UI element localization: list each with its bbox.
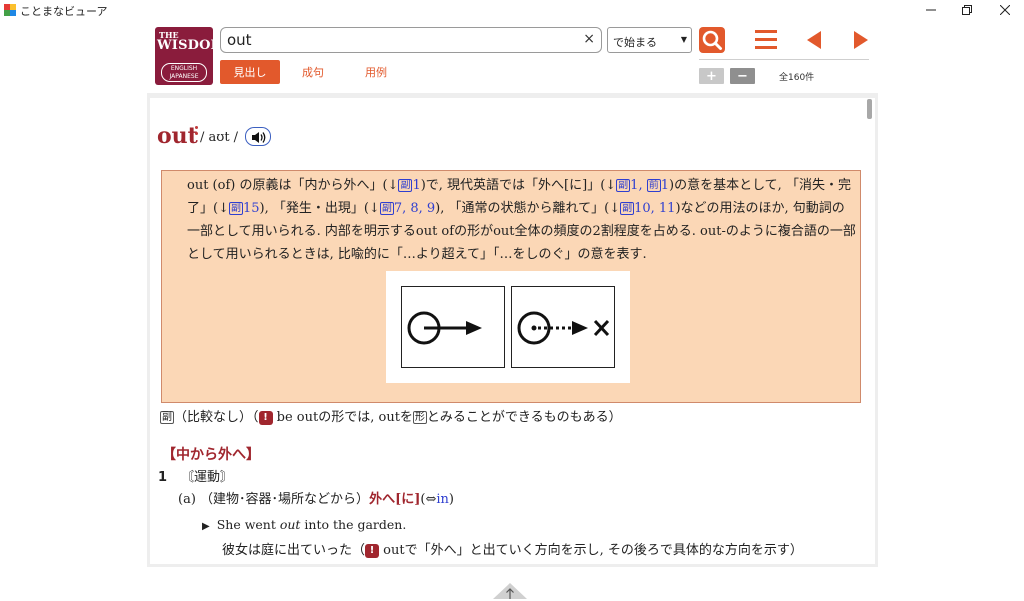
next-entry-button[interactable] xyxy=(854,31,868,49)
example-en-pre: She went xyxy=(216,517,280,532)
clear-icon[interactable]: × xyxy=(583,31,595,47)
ref-adverb-badge: 副 xyxy=(616,179,631,192)
note-badge-icon: ! xyxy=(258,411,273,425)
zoom-out-button[interactable]: − xyxy=(730,68,755,84)
tab-phrases[interactable]: 成句 xyxy=(287,60,339,84)
result-count: 全160件 xyxy=(779,73,815,83)
headword: out xyxy=(157,123,198,149)
example-ja-post: outで「外へ」と出ていく方向を示し, その後ろで具体的な方向を示す） xyxy=(383,543,803,558)
adverb-icon: 副 xyxy=(160,411,174,424)
note-text-5: ), 「通常の状態から離れて」(↓ xyxy=(435,201,621,216)
concept-figure xyxy=(386,271,630,383)
logo-english-japanese: ENGLISH JAPANESE xyxy=(161,63,207,82)
ref-link-adv-1[interactable]: 1 xyxy=(412,178,420,193)
subsense-a: (a) （建物･容器･場所などから）外へ[に](⇔in) xyxy=(178,488,454,507)
subsense-keyword-alt: [に] xyxy=(395,492,421,507)
scrollbar[interactable] xyxy=(867,98,872,564)
logo-wisdom: WISDOM xyxy=(157,38,226,53)
toolbar-divider xyxy=(699,59,869,60)
zoom-in-button[interactable]: + xyxy=(699,68,724,84)
note-text-1: out (of) の原義は「内から外へ」(↓ xyxy=(187,178,399,193)
restore-button[interactable] xyxy=(948,0,986,20)
adjective-badge: 形 xyxy=(412,411,427,424)
search-input[interactable] xyxy=(227,31,567,49)
section-heading: 【中から外へ】 xyxy=(162,447,260,463)
play-audio-button[interactable] xyxy=(245,127,271,146)
ref-adverb-badge: 副 xyxy=(228,202,243,215)
search-button[interactable] xyxy=(699,27,725,53)
note-text-2: )で, 現代英語では「外へ[に]」(↓ xyxy=(420,178,617,193)
example-en-key: out xyxy=(279,517,301,532)
restore-icon xyxy=(962,5,972,15)
usage-note-box: out (of) の原義は「内から外へ」(↓ 副 1)で, 現代英語では「外へ[に]… xyxy=(161,170,861,403)
sense-number: 1 xyxy=(158,470,168,485)
example-sentence: ▶ She went out into the garden. xyxy=(202,517,406,532)
ref-adverb-badge: 副 xyxy=(379,202,394,215)
dictionary-shell: THE WISDOM ENGLISH JAPANESE × で始まる ▼ xyxy=(147,21,878,567)
arrow-out-of-circle-icon xyxy=(407,311,482,345)
logo-english: ENGLISH xyxy=(170,65,198,72)
pos-text-1: （比較なし）（ xyxy=(174,410,259,425)
sense-1: 1 〘運動〙 xyxy=(158,466,233,485)
usage-note-text: out (of) の原義は「内から外へ」(↓ 副 1)で, 現代英語では「外へ[に]… xyxy=(187,174,857,266)
menu-icon-bar xyxy=(755,46,777,49)
arrow-up-icon xyxy=(506,588,514,599)
speaker-icon xyxy=(252,132,266,143)
relation-close: ) xyxy=(448,492,454,507)
previous-entry-button[interactable] xyxy=(807,31,821,49)
ref-link-adv-1b[interactable]: 1, xyxy=(630,178,642,193)
app-icon-blue xyxy=(10,10,16,16)
note-text-4: ), 「発生・出現」(↓ xyxy=(259,201,380,216)
pos-text-3: とみることができるものもある） xyxy=(426,410,622,425)
ref-link-adv-15[interactable]: 15 xyxy=(243,201,260,216)
logo-japanese: JAPANESE xyxy=(169,73,199,80)
window-title: ことまなビューア xyxy=(20,5,108,18)
ref-adverb-badge: 副 xyxy=(620,202,635,215)
note-badge-icon: ! xyxy=(365,544,380,558)
menu-button[interactable] xyxy=(755,30,777,50)
search-box[interactable]: × xyxy=(220,27,602,53)
pos-text-2: be outの形では, outを xyxy=(276,410,413,425)
subsense-keyword: 外へ xyxy=(369,492,396,507)
antonym-link-in[interactable]: in xyxy=(436,492,449,507)
pronunciation: / aʊt / xyxy=(200,130,239,145)
ref-link-adv-10-11[interactable]: 10, 11 xyxy=(634,201,675,216)
subsense-context: （建物･容器･場所などから） xyxy=(200,492,370,507)
example-translation: 彼女は庭に出ていった（! outで「外へ」と出ていく方向を示し, その後ろで具体… xyxy=(222,539,803,558)
app-icon xyxy=(4,4,16,16)
search-mode-value: で始まる xyxy=(613,36,657,49)
subsense-letter: (a) xyxy=(178,492,196,507)
ref-preposition-badge: 前 xyxy=(646,179,661,192)
ref-link-prep-1[interactable]: 1 xyxy=(661,178,669,193)
wisdom-logo: THE WISDOM ENGLISH JAPANESE xyxy=(155,27,225,85)
ref-adverb-badge: 副 xyxy=(398,179,413,192)
example-marker-icon: ▶ xyxy=(202,521,210,532)
part-of-speech-line: 副（比較なし）（! be outの形では, outを形とみることができるものもあ… xyxy=(160,406,622,425)
search-icon xyxy=(702,30,722,50)
title-bar: ことまなビューア xyxy=(0,0,1024,20)
search-mode-select[interactable]: で始まる ▼ xyxy=(607,27,692,53)
tab-examples[interactable]: 用例 xyxy=(350,60,402,84)
ref-link-adv-7-8-9[interactable]: 7, 8, 9 xyxy=(394,201,435,216)
relation-open: (⇔ xyxy=(420,492,437,507)
scrollbar-thumb[interactable] xyxy=(867,99,872,119)
chevron-down-icon: ▼ xyxy=(680,35,687,44)
minimize-button[interactable] xyxy=(912,0,950,20)
menu-icon-bar xyxy=(755,38,777,41)
close-button[interactable] xyxy=(986,0,1024,20)
minimize-icon xyxy=(926,9,936,11)
example-ja-pre: 彼女は庭に出ていった（ xyxy=(222,543,366,558)
example-en-post: into the garden. xyxy=(300,517,407,532)
close-icon xyxy=(1000,5,1010,15)
tab-headword[interactable]: 見出し xyxy=(220,60,280,84)
toolbar: THE WISDOM ENGLISH JAPANESE × で始まる ▼ xyxy=(147,21,878,93)
arrow-out-away-icon xyxy=(517,311,610,345)
menu-icon-bar xyxy=(755,30,777,33)
sense-label: 〘運動〙 xyxy=(181,470,234,485)
figure-panel-out-of xyxy=(401,286,505,368)
figure-panel-out-away xyxy=(511,286,615,368)
entry-pane[interactable]: out / aʊt / out (of) の原義は「内から外へ」(↓ 副 1)で, … xyxy=(150,98,875,564)
